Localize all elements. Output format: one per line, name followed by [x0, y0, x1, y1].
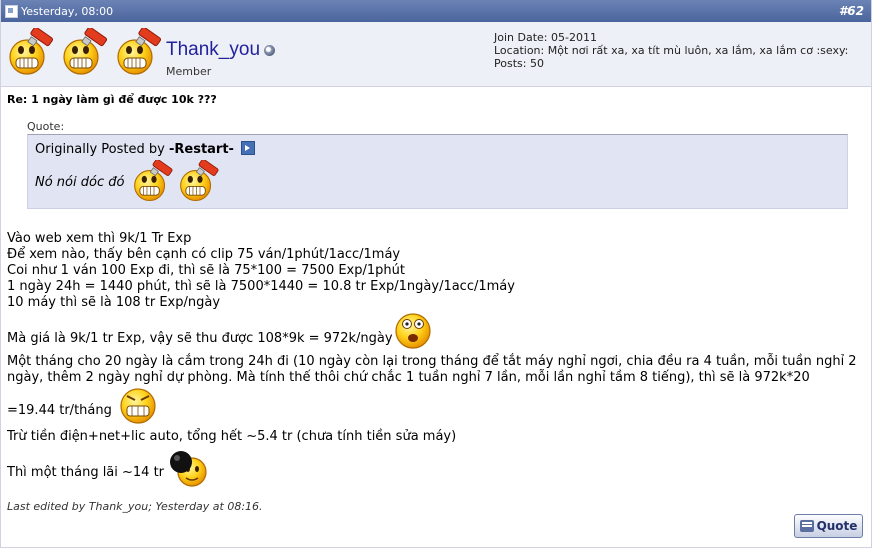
post-count: Posts: 50 — [494, 57, 544, 70]
quote-button-label: Quote — [816, 519, 858, 533]
post-date: Yesterday, 08:00 — [21, 4, 114, 18]
quote-text: Nó nói dóc đó — [35, 174, 125, 190]
message-line: Trừ tiền điện+net+lic auto, tổng hết ~5.… — [7, 429, 457, 444]
message-line: 10 máy thì sẽ là 108 tr Exp/ngày — [7, 295, 221, 310]
quote-block: Quote: Originally Posted by -Restart- Nó… — [27, 120, 848, 209]
smiley-paint-icon — [178, 160, 222, 204]
user-avatars — [7, 28, 165, 78]
join-date: Join Date: 05-2011 — [494, 31, 597, 44]
smiley-paint-icon — [132, 160, 176, 204]
username-link[interactable]: Thank_you — [166, 39, 260, 60]
quote-label: Quote: — [27, 120, 65, 133]
quote-message: Nó nói dóc đó — [35, 160, 840, 204]
message-line-with-smiley: =19.44 tr/tháng — [7, 386, 871, 426]
quote-author: -Restart- — [168, 142, 234, 157]
smiley-paint-icon — [7, 28, 57, 78]
user-details: Join Date: 05-2011 Location: Một nơi rất… — [494, 31, 848, 70]
message-line: Thì một tháng lãi ~14 tr — [7, 465, 165, 480]
message-line-with-smiley: Thì một tháng lãi ~14 tr — [7, 448, 871, 488]
message-line: Coi như 1 ván 100 Exp đi, thì sẽ là 75*1… — [7, 263, 405, 278]
quote-smilies — [132, 160, 222, 204]
message-line: Mà giá là 9k/1 tr Exp, vậy sẽ thu được 1… — [7, 331, 393, 346]
post-icon — [5, 4, 18, 18]
originally-posted-by: Originally Posted by — [35, 142, 165, 157]
post-message: Vào web xem thì 9k/1 Tr Exp Để xem nào, … — [7, 231, 871, 488]
quote-box: Originally Posted by -Restart- Nó nói dó… — [27, 134, 848, 209]
online-status-icon — [264, 45, 276, 56]
user-info-bar: Thank_you Member Join Date: 05-2011 Loca… — [1, 22, 871, 87]
message-line-with-smiley: Mà giá là 9k/1 tr Exp, vậy sẽ thu được 1… — [7, 311, 871, 351]
user-title: Member — [166, 65, 212, 78]
last-edited-note: Last edited by Thank_you; Yesterday at 0… — [7, 500, 263, 513]
post-number-link[interactable]: #62 — [839, 4, 864, 18]
post-date-group: Yesterday, 08:00 — [5, 4, 114, 18]
shocked-smiley-icon — [394, 313, 431, 349]
post-title: Re: 1 ngày làm gì để được 10k ??? — [7, 93, 217, 106]
smiley-paint-icon — [61, 28, 111, 78]
quote-icon — [799, 520, 814, 532]
quote-header: Originally Posted by -Restart- — [35, 141, 840, 157]
forum-post: Yesterday, 08:00 #62 Thank_you Member Jo… — [0, 0, 872, 548]
post-header: Yesterday, 08:00 #62 — [1, 0, 871, 22]
view-post-icon[interactable] — [241, 141, 256, 155]
scared-smiley-icon — [120, 388, 156, 424]
message-line: 1 ngày 24h = 1440 phút, thì sẽ là 7500*1… — [7, 279, 515, 294]
username-group: Thank_you — [166, 39, 276, 61]
message-line: =19.44 tr/tháng — [7, 403, 112, 418]
message-line: Một tháng cho 20 ngày là cắm trong 24h đ… — [7, 354, 857, 385]
location: Location: Một nơi rất xa, xa tít mù luôn… — [494, 44, 849, 57]
bomb-smiley-icon — [170, 451, 207, 487]
post-body: Re: 1 ngày làm gì để được 10k ??? Quote:… — [1, 93, 871, 513]
quote-button[interactable]: Quote — [794, 514, 863, 538]
message-line: Để xem nào, thấy bên cạnh có clip 75 ván… — [7, 247, 401, 262]
smiley-paint-icon — [115, 28, 165, 78]
message-line: Vào web xem thì 9k/1 Tr Exp — [7, 231, 192, 246]
